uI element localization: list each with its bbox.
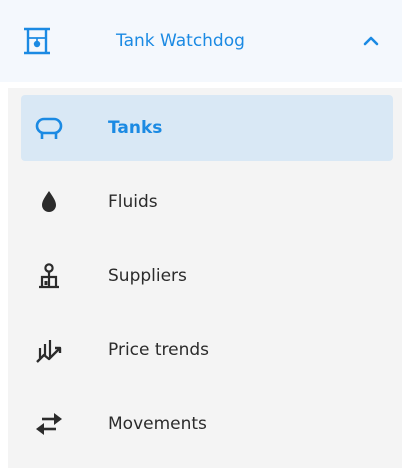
nav-item-label: Price trends — [108, 340, 210, 360]
nav-item-fluids[interactable]: Fluids — [21, 169, 393, 235]
nav-item-label: Fluids — [108, 192, 158, 212]
supplier-icon — [33, 260, 65, 292]
nav-item-movements[interactable]: Movements — [21, 391, 393, 457]
tank-gauge-icon — [23, 27, 51, 55]
drop-icon — [33, 186, 65, 218]
swap-arrows-icon — [33, 408, 65, 440]
nav-item-label: Movements — [108, 414, 207, 434]
nav-item-label: Tanks — [108, 118, 163, 138]
nav-item-suppliers[interactable]: Suppliers — [21, 243, 393, 309]
tank-icon — [33, 112, 65, 144]
chevron-up-icon[interactable] — [362, 32, 380, 50]
group-header-tank-watchdog[interactable]: Tank Watchdog — [0, 0, 402, 82]
price-trend-icon — [33, 334, 65, 366]
sidebar-nav: Tank Watchdog Tanks Fluids Suppliers Pri… — [0, 0, 402, 468]
nav-item-price-trends[interactable]: Price trends — [21, 317, 393, 383]
group-title: Tank Watchdog — [116, 31, 245, 51]
nav-item-label: Suppliers — [108, 266, 187, 286]
nav-item-tanks[interactable]: Tanks — [21, 95, 393, 161]
nav-items: Tanks Fluids Suppliers Price trends Move… — [8, 88, 402, 468]
